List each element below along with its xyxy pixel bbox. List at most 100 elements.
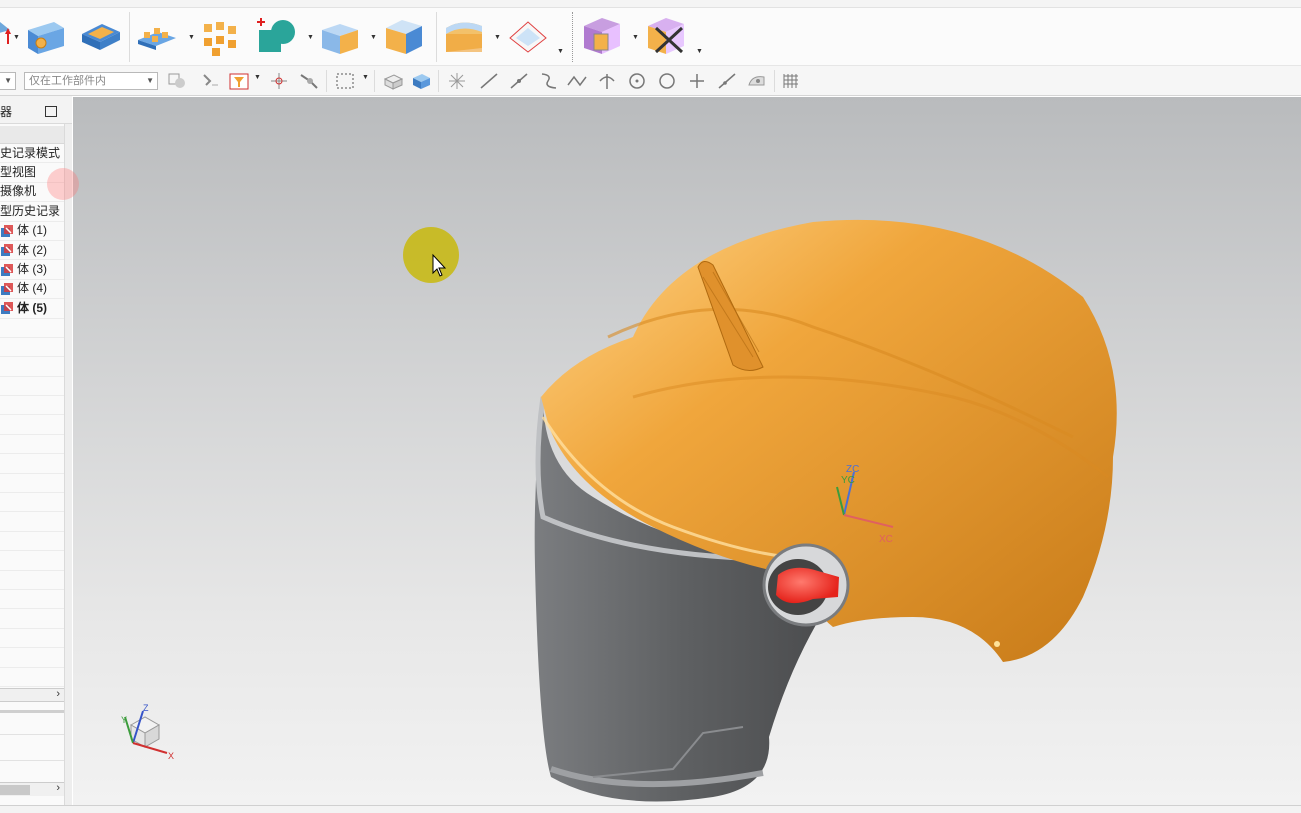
navigator-row-label: 体 (1) [17, 223, 48, 238]
dropdown-arrow-icon[interactable]: ▼ [307, 34, 314, 41]
split-body-icon[interactable] [382, 14, 426, 58]
shell-feature-icon[interactable] [78, 14, 122, 58]
navigator-row-label: 体 (5) [17, 300, 48, 315]
navigator-horizontal-scrollbar[interactable]: › [0, 688, 64, 702]
unite-feature-icon[interactable] [255, 14, 299, 58]
endpoint-snap-icon[interactable] [478, 71, 500, 91]
point-on-curve-snap-icon[interactable] [716, 71, 738, 91]
dropdown-arrow-icon[interactable]: ▼ [557, 48, 564, 55]
navigator-resize-border[interactable] [64, 124, 72, 805]
details-row-divider [0, 760, 64, 761]
dropdown-arrow-icon[interactable]: ▼ [494, 34, 501, 41]
toolbar-separator [438, 70, 439, 92]
snap-point-icon[interactable] [268, 71, 290, 91]
arc-center-snap-icon[interactable] [626, 71, 648, 91]
curve-rule-icon[interactable] [298, 71, 320, 91]
synchronous-modeling-icon[interactable] [580, 14, 624, 58]
curve-snap-icon[interactable] [538, 71, 560, 91]
navigator-empty-row [0, 648, 64, 668]
snap-settings-icon[interactable] [446, 71, 468, 91]
navigator-splitter[interactable] [0, 710, 64, 713]
triad-y-label: Y [121, 715, 127, 725]
chevron-right-icon[interactable]: › [56, 782, 60, 794]
navigator-tree: 史记录模式 型视图 摄像机 型历史记录体 (1) 体 (2) 体 (3) 体 (4) 体 (5… [0, 144, 64, 687]
csys-zc-label: ZC [846, 464, 859, 475]
dropdown-arrow-icon[interactable]: ▼ [696, 48, 703, 55]
delete-face-icon[interactable] [644, 14, 688, 58]
quadrant-snap-icon[interactable] [656, 71, 678, 91]
navigator-empty-row [0, 319, 64, 338]
feature-ribbon: ▼ ▼ ▼ ▼ ▼ ▼ ▼ ▼ [0, 8, 1301, 66]
part-navigator: 器 史记录模式 型视图 摄像机 型历史记录体 (1) 体 (2) 体 (3) 体 (4) 体 … [0, 96, 72, 805]
type-filter-dropdown[interactable]: ▼ [0, 72, 16, 90]
navigator-row[interactable]: 史记录模式 [0, 144, 64, 164]
body-feature-icon [1, 224, 13, 237]
navigator-row-label: 摄像机 [0, 184, 37, 199]
point-on-surface-snap-icon[interactable] [746, 71, 768, 91]
body-feature-icon [1, 282, 13, 295]
chevron-down-icon: ▼ [4, 76, 12, 85]
navigator-column-header[interactable] [0, 126, 64, 144]
navigator-row[interactable]: 体 (4) [0, 280, 64, 300]
navigator-empty-row [0, 415, 64, 435]
graphics-viewport[interactable]: ZC YC XC Z Y X [73, 97, 1301, 805]
hole-feature-icon[interactable] [24, 14, 68, 58]
navigator-row[interactable]: 型历史记录 [0, 202, 64, 222]
point-on-face-icon[interactable] [200, 71, 222, 91]
trim-body-icon[interactable] [318, 14, 362, 58]
dropdown-arrow-icon[interactable]: ▼ [254, 74, 261, 81]
existing-point-snap-icon[interactable] [686, 71, 708, 91]
chevron-right-icon[interactable]: › [56, 688, 60, 700]
details-row-divider [0, 734, 64, 735]
navigator-empty-row [0, 435, 64, 455]
dropdown-arrow-icon[interactable]: ▼ [188, 34, 195, 41]
edge-blend-icon[interactable] [442, 14, 486, 58]
body-feature-icon [1, 302, 13, 315]
midpoint-snap-icon[interactable] [508, 71, 530, 91]
intersection-snap-icon[interactable] [596, 71, 618, 91]
rectangle-select-icon[interactable] [334, 71, 356, 91]
scrollbar-thumb[interactable] [0, 785, 30, 795]
ribbon-separator [436, 12, 437, 62]
cursor-highlight [403, 227, 459, 283]
navigator-empty-row [0, 454, 64, 474]
toolbar-separator [326, 70, 327, 92]
wireframe-body-icon[interactable] [382, 71, 404, 91]
navigator-title: 器 [0, 105, 13, 119]
ribbon-separator [572, 12, 573, 62]
navigator-empty-row [0, 571, 64, 590]
selection-scope-dropdown[interactable]: 仅在工作部件内 ▼ [24, 72, 158, 90]
grid-icon[interactable] [780, 71, 802, 91]
navigator-empty-row [0, 396, 64, 416]
navigator-row[interactable]: 体 (3) [0, 260, 64, 280]
navigator-empty-row [0, 609, 64, 629]
navigator-empty-row [0, 493, 64, 513]
control-point-snap-icon[interactable] [566, 71, 588, 91]
triad-z-label: Z [143, 703, 149, 713]
pattern-feature-icon[interactable] [134, 14, 178, 58]
dropdown-arrow-icon[interactable]: ▼ [370, 34, 377, 41]
view-triad: Z Y X [121, 703, 174, 761]
dropdown-arrow-icon[interactable]: ▼ [13, 34, 20, 41]
toolbar-separator [374, 70, 375, 92]
navigator-empty-row [0, 590, 64, 610]
navigator-row[interactable]: 体 (1) [0, 222, 64, 241]
extrude-icon[interactable] [0, 14, 14, 58]
dropdown-arrow-icon[interactable]: ▼ [632, 34, 639, 41]
navigator-row-label: 体 (4) [17, 281, 48, 296]
solid-body-icon[interactable] [410, 71, 432, 91]
details-horizontal-scrollbar[interactable]: › [0, 782, 64, 796]
dropdown-arrow-icon[interactable]: ▼ [362, 74, 369, 81]
toolbar-separator [774, 70, 775, 92]
maximize-icon[interactable] [45, 106, 57, 117]
chamfer-icon[interactable] [506, 14, 550, 58]
general-select-icon[interactable] [166, 71, 188, 91]
navigator-row[interactable]: 体 (5) [0, 299, 64, 319]
selection-toolbar: ▼ 仅在工作部件内 ▼ ▼ ▼ [0, 66, 1301, 96]
navigator-row-label: 体 (3) [17, 262, 48, 277]
navigator-empty-row [0, 377, 64, 397]
pattern-geometry-icon[interactable] [198, 14, 242, 58]
status-bar [0, 805, 1301, 813]
navigator-row[interactable]: 体 (2) [0, 241, 64, 261]
filter-icon[interactable] [228, 71, 250, 91]
